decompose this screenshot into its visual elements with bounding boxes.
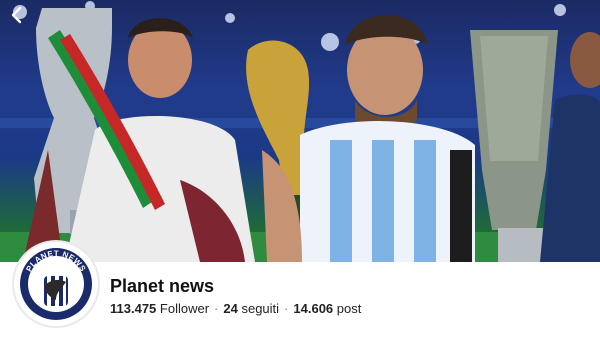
followers-count: 113.475 (110, 301, 157, 316)
profile-stats: 113.475 Follower · 24 seguiti · 14.606 post (110, 301, 361, 316)
following-label: seguiti (241, 301, 280, 316)
posts-stat[interactable]: 14.606 post (293, 301, 361, 316)
stats-separator: · (214, 301, 219, 316)
back-button[interactable] (10, 6, 32, 28)
planet-news-logo: PLANET NEWS (16, 244, 96, 324)
followers-stat[interactable]: 113.475 Follower (110, 301, 209, 316)
profile-name[interactable]: Planet news (110, 276, 214, 297)
following-count: 24 (223, 301, 238, 316)
posts-count: 14.606 (293, 301, 334, 316)
avatar[interactable]: PLANET NEWS (14, 242, 98, 326)
following-stat[interactable]: 24 seguiti (223, 301, 279, 316)
cover-photo[interactable] (0, 0, 600, 262)
followers-label: Follower (159, 301, 210, 316)
cover-illustration (0, 1, 600, 262)
stats-separator: · (284, 301, 289, 316)
posts-label: post (336, 301, 362, 316)
chevron-left-icon (11, 6, 22, 24)
